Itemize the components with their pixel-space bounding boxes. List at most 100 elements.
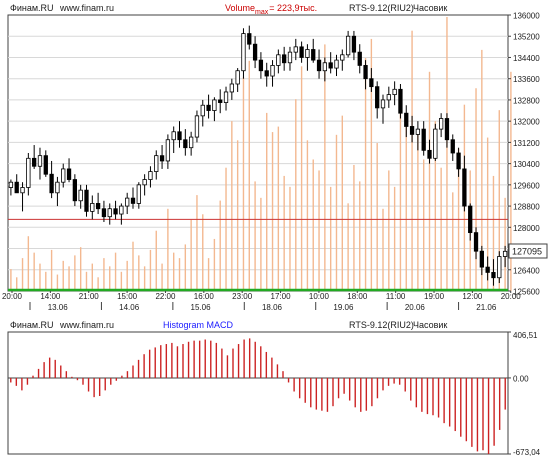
bottom-timeframe-label: Часовик <box>413 320 447 330</box>
candle-body-down <box>49 173 54 194</box>
candle-body-up <box>90 203 95 212</box>
macd-tick-label: 0.00 <box>513 374 529 383</box>
price-tick-label: 136000 <box>513 12 540 21</box>
volume-bar <box>300 66 303 291</box>
candle-body-down <box>363 65 368 80</box>
candle-body-down <box>299 46 304 58</box>
volume-bar <box>353 164 355 291</box>
volume-bar <box>393 186 396 291</box>
chart-window: 136000 135200 134400 133600 132800 132000 1312… <box>0 0 550 470</box>
candle-body-down <box>357 51 362 66</box>
candle-body-down <box>130 197 136 204</box>
volume-bar <box>452 192 454 291</box>
volume-bar <box>324 44 326 292</box>
candle-body-up <box>345 35 351 56</box>
time-tick-label: 19:00 <box>424 292 445 301</box>
volume-bar <box>376 143 378 291</box>
candle-body-down <box>159 155 165 162</box>
candle-body-down <box>113 208 118 215</box>
volume-bar <box>411 30 413 291</box>
volume-bar <box>266 112 268 292</box>
candle-body-down <box>462 168 467 207</box>
volume-bar <box>39 263 41 291</box>
volume-bar <box>312 159 314 291</box>
volume-bar <box>271 132 274 291</box>
volume-bar <box>382 208 384 291</box>
volume-bar <box>167 208 169 291</box>
candle-body-down <box>282 54 287 64</box>
volume-bar <box>172 252 175 291</box>
volume-bar <box>74 255 76 291</box>
candle-body-down <box>177 131 182 141</box>
volume-bar <box>196 195 198 291</box>
volume-bar <box>242 77 245 291</box>
candle-body-up <box>212 99 217 111</box>
volume-bar <box>79 247 82 291</box>
volume-bar <box>207 258 210 291</box>
candle-body-down <box>32 157 37 167</box>
volume-bar <box>138 255 140 291</box>
volume-bar <box>184 244 187 291</box>
candle-body-up <box>502 250 508 257</box>
candle-body-down <box>468 205 473 234</box>
volume-bar <box>213 238 216 291</box>
time-tick-label: 21:00 <box>79 292 100 301</box>
date-tick-label: 19.06 <box>333 303 354 312</box>
macd-panel: 406,510.00-673,04 Финам.RU www.finam.ru … <box>7 320 541 457</box>
volume-bar <box>306 140 309 291</box>
price-tick-label: 130400 <box>513 160 540 169</box>
volume-bar <box>254 181 256 291</box>
candle-body-up <box>26 157 31 188</box>
candle-body-down <box>43 155 48 175</box>
candle-body-down <box>66 168 72 180</box>
candle-body-down <box>311 49 316 61</box>
candle-body-up <box>497 256 502 279</box>
volume-bar <box>178 258 181 291</box>
candle-body-down <box>218 99 223 103</box>
candle-body-up <box>61 168 66 183</box>
top-timeframe-label: Часовик <box>413 3 447 13</box>
price-tick-label: 132800 <box>513 96 540 105</box>
candle-body-up <box>200 104 205 117</box>
macd-indicator-label: Histogram MACD <box>163 320 234 330</box>
volume-bar <box>236 140 239 291</box>
volume-bar <box>202 214 204 291</box>
time-tick-label: 10:00 <box>309 292 330 301</box>
volume-bar <box>335 134 338 291</box>
candle-body-up <box>340 54 345 61</box>
volume-bar <box>329 186 332 291</box>
candle-body-up <box>293 46 298 53</box>
candle-body-up <box>55 181 60 194</box>
date-tick-label: 13.06 <box>48 303 69 312</box>
candle-body-down <box>375 86 380 109</box>
chart-canvas: 136000 135200 134400 133600 132800 132000 1312… <box>0 0 550 470</box>
volume-bar <box>114 252 117 291</box>
candle-body-down <box>328 62 333 69</box>
volume-bar <box>33 252 35 291</box>
volume-bar <box>109 266 111 291</box>
date-tick-label: 21.06 <box>476 303 497 312</box>
volume-bar <box>27 236 30 291</box>
candle-body-down <box>247 33 252 45</box>
volume-bar <box>120 271 123 291</box>
candle <box>433 123 438 161</box>
volume-bar <box>190 219 192 291</box>
price-panel: 136000 135200 134400 133600 132800 132000 1312… <box>2 3 548 312</box>
candle-body-up <box>148 171 153 180</box>
volume-bar <box>399 99 402 291</box>
candle-body-up <box>276 54 281 66</box>
top-source-label: Финам.RU <box>10 3 54 13</box>
price-tick-label: 134400 <box>513 54 540 63</box>
candle-body-up <box>165 139 171 162</box>
candle-body-down <box>427 149 432 159</box>
volume-bar <box>103 258 105 291</box>
volume-bar <box>85 271 88 291</box>
volume-bar <box>132 241 134 291</box>
volume-bar <box>155 230 157 291</box>
candle-body-down <box>369 78 374 88</box>
time-tick-label: 11:00 <box>386 292 406 301</box>
price-tick-label: 129600 <box>513 181 540 190</box>
candle-body-up <box>229 83 234 93</box>
candle-body-up <box>305 49 310 58</box>
candle-body-down <box>404 112 409 127</box>
